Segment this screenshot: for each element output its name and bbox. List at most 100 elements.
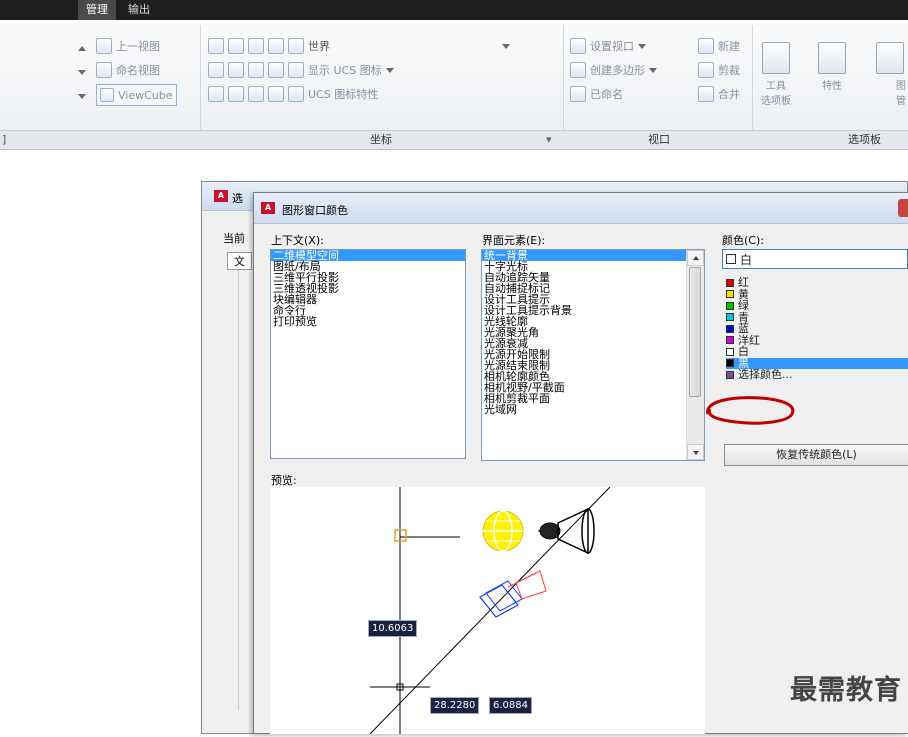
- context-listbox[interactable]: 二维模型空间 图纸/布局 三维平行投影 三维透视投影 块编辑器 命令行 打印预览: [270, 249, 466, 459]
- tool-palettes-button[interactable]: 工具 选项板: [758, 42, 794, 107]
- interface-element-item[interactable]: 光域网: [482, 404, 687, 415]
- color-swatch-icon: [726, 347, 734, 356]
- show-ucs-icon-icon[interactable]: [288, 62, 304, 78]
- show-ucs-dropdown-arrow-icon[interactable]: [385, 67, 394, 73]
- color-option[interactable]: 白: [726, 346, 908, 357]
- color-option[interactable]: 绿: [726, 300, 908, 311]
- sheet-set-button[interactable]: 图 管: [868, 42, 908, 107]
- color-option[interactable]: 黄: [726, 289, 908, 300]
- clip-icon: [698, 62, 714, 78]
- highlight-annotation: [706, 396, 795, 425]
- color-dropdown-value: 白: [740, 252, 753, 267]
- ribbon-panel: 上一视图 命名视图 ViewCube 世界 显示 UCS 图标 UCS 图标特性…: [0, 20, 908, 143]
- scroll-thumb[interactable]: [689, 267, 701, 397]
- tool-palettes-label-2: 选项板: [761, 96, 791, 107]
- color-option-label: 红: [738, 276, 749, 289]
- ribbon-tab-manage[interactable]: 管理: [78, 0, 116, 20]
- ucs-row-1: 世界: [208, 36, 510, 56]
- panel-edge-mark: ]: [2, 133, 7, 146]
- sheet-set-label-2: 管: [896, 96, 906, 107]
- color-option[interactable]: 蓝: [726, 323, 908, 334]
- viewport-config-icon: [570, 38, 586, 54]
- color-dropdown[interactable]: 白: [722, 249, 908, 269]
- interface-element-scrollbar[interactable]: [686, 250, 704, 460]
- color-option[interactable]: 洋红: [726, 335, 908, 346]
- new-viewport-button[interactable]: 新建: [698, 36, 740, 56]
- show-ucs-icon-button[interactable]: 显示 UCS 图标: [308, 62, 382, 78]
- color-option-label: 绿: [738, 299, 749, 312]
- named-viewport-button[interactable]: 已命名: [570, 84, 623, 104]
- ribbon-view-scroll-up[interactable]: [78, 38, 86, 58]
- ucs-row-3: UCS 图标特性: [208, 84, 378, 104]
- ucs-world-dropdown[interactable]: 世界: [308, 38, 498, 54]
- ribbon-view-expand[interactable]: [78, 86, 86, 106]
- ucs-icon-props-button[interactable]: UCS 图标特性: [308, 86, 378, 102]
- clip-viewport-button[interactable]: 剪裁: [698, 60, 740, 80]
- chevron-down-icon: [649, 67, 657, 73]
- interface-element-label: 界面元素(E):: [482, 234, 546, 247]
- palettes-panel-title[interactable]: 选项板: [848, 131, 881, 149]
- color-option-label: 黑: [738, 356, 749, 370]
- ucs-object-icon[interactable]: [268, 38, 284, 54]
- camera-icon: [479, 570, 547, 618]
- color-option[interactable]: 青: [726, 312, 908, 323]
- color-option[interactable]: 红: [726, 277, 908, 288]
- merge-viewport-label: 合并: [718, 88, 740, 101]
- chevron-down-icon: [638, 43, 646, 49]
- preview-area: 10.6063 28.2280 6.0884: [270, 486, 705, 735]
- prev-view-button[interactable]: 上一视图: [96, 36, 160, 56]
- ribbon-tab-0[interactable]: [30, 0, 46, 20]
- set-viewport-label: 设置视口: [590, 40, 634, 53]
- current-profile-label: 当前: [223, 232, 245, 245]
- ucs-world-icon[interactable]: [288, 38, 304, 54]
- viewport-panel-title[interactable]: 视口: [648, 131, 670, 149]
- scroll-up-button[interactable]: [687, 250, 704, 266]
- ucs-named-icon[interactable]: [268, 86, 284, 102]
- properties-button[interactable]: 特性: [814, 42, 850, 92]
- world-dropdown-arrow-icon[interactable]: [502, 43, 510, 49]
- red-circle-annotation: [706, 396, 795, 425]
- ucs-x-icon[interactable]: [208, 62, 224, 78]
- create-polygon-button[interactable]: 创建多边形: [570, 60, 657, 80]
- ucs-zaxis-icon[interactable]: [268, 62, 284, 78]
- ucs-face-icon[interactable]: [248, 38, 264, 54]
- ribbon-divider: [752, 25, 753, 143]
- set-viewport-button[interactable]: 设置视口: [570, 36, 646, 56]
- context-item[interactable]: 打印预览: [271, 316, 465, 327]
- close-icon[interactable]: [898, 199, 908, 217]
- prev-view-label: 上一视图: [116, 40, 160, 53]
- ucs-origin-icon[interactable]: [228, 38, 244, 54]
- ucs-icon[interactable]: [208, 38, 224, 54]
- ucs-z-icon[interactable]: [248, 62, 264, 78]
- ribbon-view-scroll-down[interactable]: [78, 62, 86, 82]
- coord-y-box: 10.6063: [368, 620, 418, 637]
- color-swatch-icon: [726, 370, 734, 379]
- preview-label: 预览:: [271, 474, 297, 487]
- coords-panel-expand-icon[interactable]: ▾: [546, 131, 552, 149]
- scroll-up-arrow-icon: [693, 256, 699, 260]
- ucs-3point-icon[interactable]: [228, 86, 244, 102]
- scroll-down-button[interactable]: [687, 444, 704, 460]
- interface-element-listbox[interactable]: 统一背景 十字光标 自动追踪矢量 自动捕捉标记 设计工具提示 设计工具提示背景 …: [481, 249, 705, 461]
- color-option[interactable]: 黑: [726, 356, 908, 370]
- ucs-y-icon[interactable]: [228, 62, 244, 78]
- named-view-button[interactable]: 命名视图: [96, 60, 160, 80]
- merge-viewport-button[interactable]: 合并: [698, 84, 740, 104]
- color-swatch-icon: [726, 313, 734, 321]
- ribbon-tab-output[interactable]: 输出: [120, 0, 158, 20]
- polygon-viewport-icon: [570, 62, 586, 78]
- ucs-previous-icon[interactable]: [248, 86, 264, 102]
- coords-panel-title[interactable]: 坐标: [370, 131, 392, 149]
- options-tab-file[interactable]: 文: [227, 252, 252, 270]
- zoom-previous-icon: [96, 38, 112, 54]
- viewcube-label: ViewCube: [118, 88, 173, 102]
- ucs-view-icon[interactable]: [208, 86, 224, 102]
- color-option-label: 洋红: [738, 333, 760, 347]
- interface-element-items: 统一背景 十字光标 自动追踪矢量 自动捕捉标记 设计工具提示 设计工具提示背景 …: [482, 250, 687, 415]
- named-viewport-label: 已命名: [590, 88, 623, 101]
- new-viewport-label: 新建: [718, 40, 740, 53]
- ucs-props-icon[interactable]: [288, 86, 304, 102]
- color-option[interactable]: 选择颜色...: [726, 369, 908, 380]
- viewcube-button[interactable]: ViewCube: [96, 84, 177, 106]
- restore-classic-colors-button[interactable]: 恢复传统颜色(L): [724, 444, 908, 466]
